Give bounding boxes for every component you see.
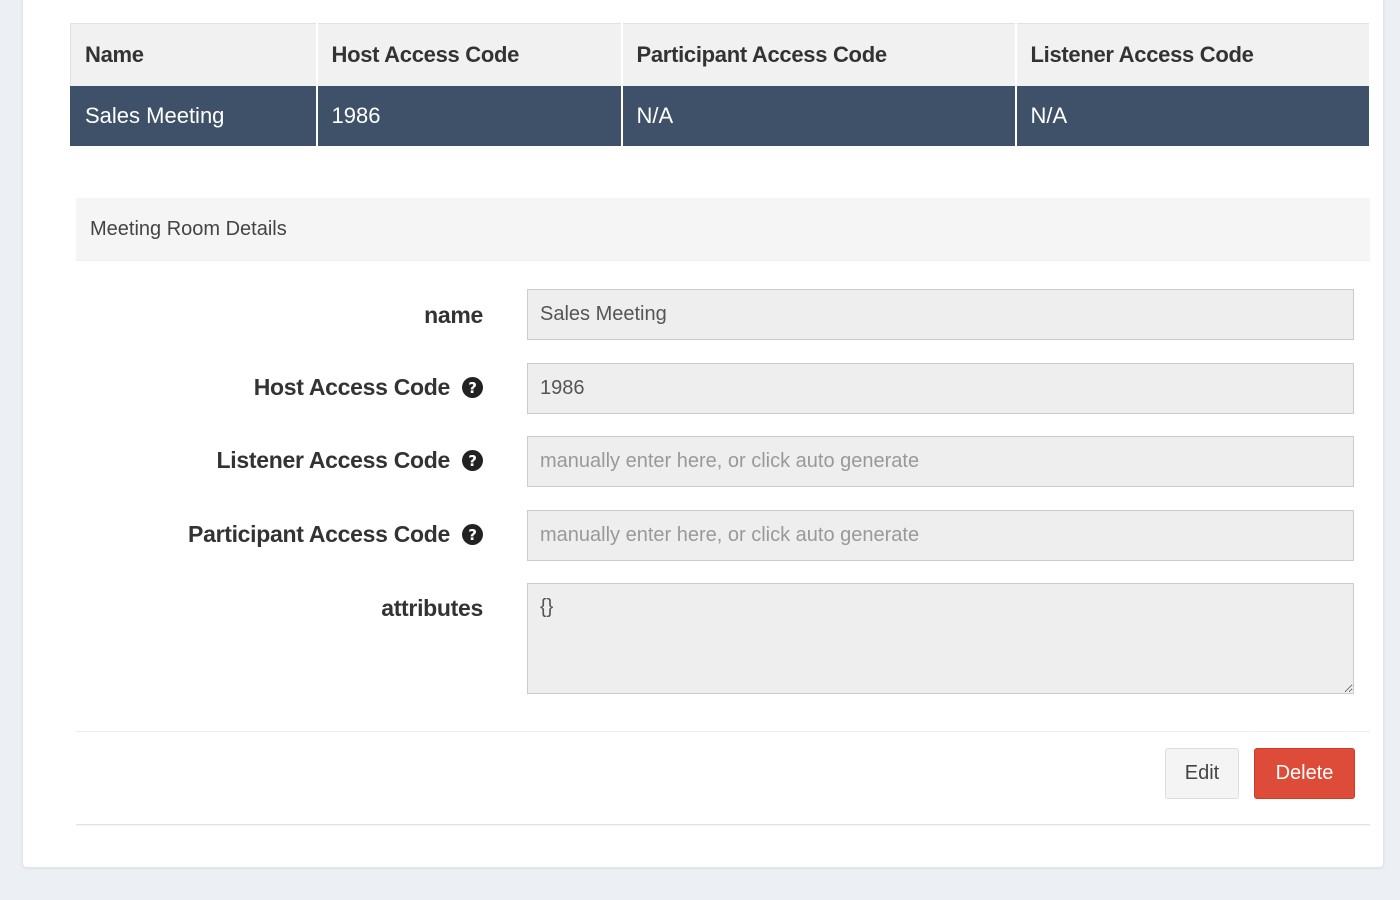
meeting-room-details-panel: Meeting Room Details name Host Access Co… — [76, 198, 1370, 825]
attributes-textarea[interactable]: {} — [527, 583, 1354, 694]
question-circle-icon[interactable]: ? — [462, 377, 483, 398]
field-label-name: name — [424, 302, 483, 329]
question-circle-icon[interactable]: ? — [462, 524, 483, 545]
column-header-name[interactable]: Name — [70, 23, 317, 86]
cell-participant-access-code[interactable]: N/A — [620, 85, 1016, 146]
field-label-host-access-code-text: Host Access Code — [253, 374, 451, 400]
table-row-selected[interactable]: Sales Meeting 1986 N/A N/A — [70, 85, 1369, 146]
cell-listener-access-code[interactable]: N/A — [1014, 85, 1369, 146]
field-label-participant-access-code: Participant Access Code ? — [188, 521, 483, 548]
table-header-row: Name Host Access Code Participant Access… — [70, 23, 1369, 86]
question-circle-icon[interactable]: ? — [462, 450, 483, 471]
column-header-host-access-code[interactable]: Host Access Code — [315, 23, 622, 86]
cell-name[interactable]: Sales Meeting — [70, 85, 317, 146]
column-header-listener-access-code[interactable]: Listener Access Code — [1014, 23, 1369, 86]
panel-heading: Meeting Room Details — [76, 198, 1370, 261]
name-field[interactable] — [527, 289, 1354, 340]
host-access-code-field[interactable] — [527, 363, 1354, 414]
field-label-participant-access-code-text: Participant Access Code — [188, 521, 450, 547]
column-header-participant-access-code[interactable]: Participant Access Code — [620, 23, 1016, 86]
field-label-attributes-text: attributes — [381, 595, 483, 621]
edit-button[interactable]: Edit — [1165, 748, 1239, 799]
cell-host-access-code[interactable]: 1986 — [315, 85, 622, 146]
delete-button[interactable]: Delete — [1254, 748, 1355, 799]
participant-access-code-field[interactable] — [527, 510, 1354, 561]
listener-access-code-field[interactable] — [527, 436, 1354, 487]
field-label-attributes: attributes — [381, 595, 483, 622]
field-label-host-access-code: Host Access Code ? — [254, 374, 483, 401]
meeting-rooms-table: Name Host Access Code Participant Access… — [70, 23, 1369, 146]
field-label-listener-access-code-text: Listener Access Code — [216, 447, 451, 473]
content-card: Name Host Access Code Participant Access… — [22, 0, 1384, 868]
panel-footer: Edit Delete — [76, 731, 1370, 824]
panel-title: Meeting Room Details — [90, 217, 287, 240]
field-label-listener-access-code: Listener Access Code ? — [217, 447, 483, 474]
field-label-name-text: name — [424, 302, 483, 328]
